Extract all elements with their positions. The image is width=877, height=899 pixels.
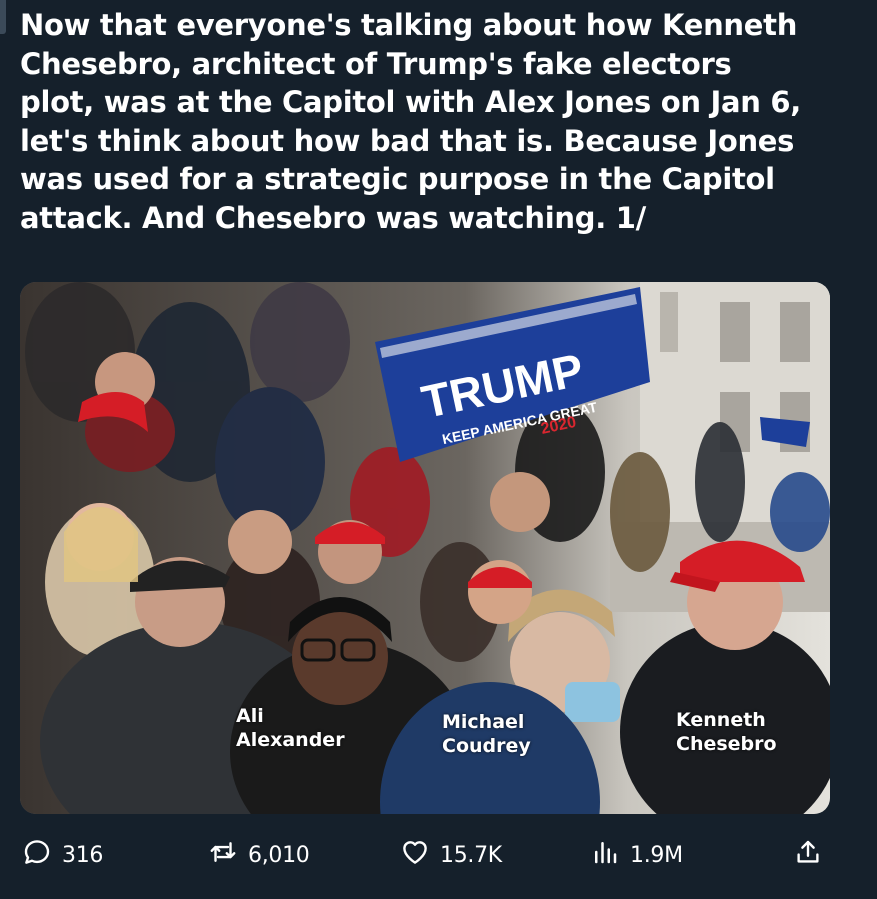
like-button[interactable]: 15.7K bbox=[400, 832, 502, 878]
reply-count: 316 bbox=[62, 842, 104, 868]
views-icon bbox=[590, 837, 620, 873]
caption-kenneth-chesebro: Kenneth Chesebro bbox=[676, 709, 777, 755]
repost-button[interactable]: 6,010 bbox=[208, 832, 310, 878]
repost-icon bbox=[208, 837, 238, 873]
tweet-text: Now that everyone's talking about how Ke… bbox=[20, 8, 802, 235]
caption-michael-coudrey: Michael Coudrey bbox=[442, 711, 531, 757]
like-count: 15.7K bbox=[440, 842, 502, 868]
views-count: 1.9M bbox=[630, 842, 683, 868]
share-icon bbox=[793, 837, 823, 873]
views-button[interactable]: 1.9M bbox=[590, 832, 683, 878]
tweet-photo[interactable]: TRUMP KEEP AMERICA GREAT 2020 Ali Alexan… bbox=[20, 282, 830, 814]
reply-icon bbox=[22, 837, 52, 873]
caption-ali-alexander: Ali Alexander bbox=[236, 705, 345, 751]
thread-line bbox=[0, 0, 6, 34]
like-icon bbox=[400, 837, 430, 873]
share-button[interactable] bbox=[793, 832, 823, 878]
repost-count: 6,010 bbox=[248, 842, 310, 868]
tweet-action-bar: 316 6,010 15.7K 1.9M bbox=[0, 832, 877, 878]
reply-button[interactable]: 316 bbox=[22, 832, 103, 878]
